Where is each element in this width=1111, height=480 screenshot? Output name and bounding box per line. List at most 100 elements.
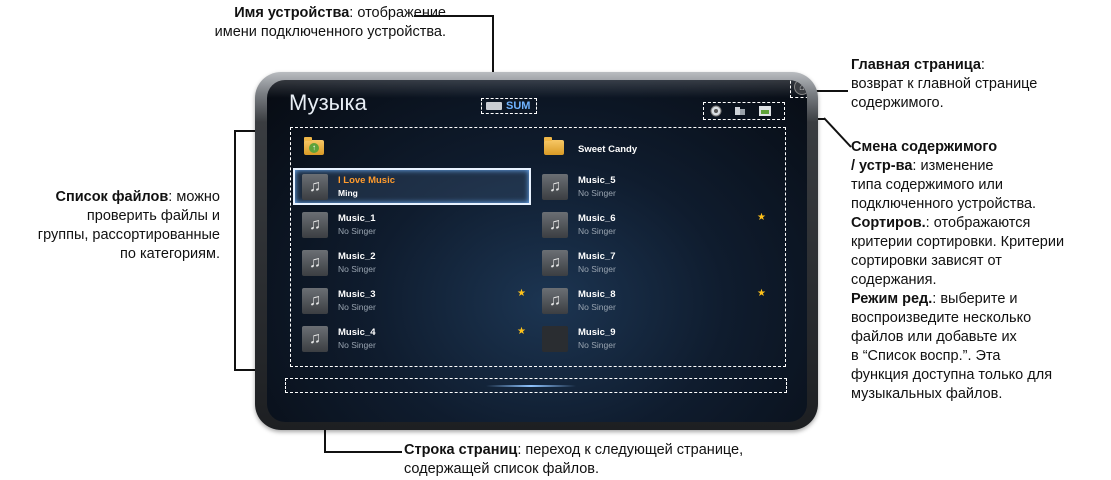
- callout-edit-text2: файлов или добавьте их: [851, 329, 1017, 345]
- callout-file-list-text1: проверить файлы и: [86, 208, 220, 224]
- callout-device-name-title: Имя устройства: [234, 5, 350, 21]
- callout-home-text2: содержимого.: [851, 95, 944, 111]
- music-note-icon: ♫: [542, 174, 568, 200]
- callout-content-change-device: / устр-ва: [851, 158, 913, 174]
- home-button[interactable]: ⌂: [794, 80, 807, 95]
- favorite-star-icon: ★: [517, 288, 526, 299]
- item-title: I Love Music: [338, 175, 396, 186]
- tv-screen: Музыка SUM ⌂ ↑ ♫ I Love Music Ming ♫ Mus…: [267, 80, 807, 422]
- item-title: Music_5: [578, 175, 616, 186]
- leader-line-device: [414, 15, 493, 17]
- callout-page-bar-text1: содержащей список файлов.: [404, 461, 600, 477]
- callout-sort-text1: критерии сортировки. Критерии: [851, 234, 1065, 250]
- callout-file-list-title: Список файлов: [55, 189, 169, 205]
- item-title: Music_8: [578, 289, 616, 300]
- device-name-label: SUM: [506, 100, 531, 112]
- folder-icon: ↑: [304, 137, 324, 155]
- usb-device-icon: [486, 102, 502, 110]
- favorite-star-icon: ★: [757, 288, 766, 299]
- callout-device-name: Имя устройства: отображение имени подклю…: [146, 4, 446, 42]
- file-list: ↑ ♫ I Love Music Ming ♫ Music_1 No Singe…: [290, 127, 786, 367]
- page-bar[interactable]: [285, 378, 787, 393]
- item-artist: No Singer: [338, 264, 376, 274]
- bracket-file-list-v: [234, 130, 236, 370]
- music-note-icon: ♫: [542, 288, 568, 314]
- item-artist: No Singer: [338, 340, 376, 350]
- empty-thumbnail: [542, 326, 568, 352]
- top-icon-group: [703, 102, 785, 120]
- list-item[interactable]: Music_9 No Singer: [535, 322, 769, 355]
- list-item-selected[interactable]: ♫ I Love Music Ming: [293, 168, 531, 205]
- item-artist: No Singer: [578, 302, 616, 312]
- item-artist: No Singer: [578, 340, 616, 350]
- item-title: Sweet Candy: [578, 144, 638, 155]
- callout-content-change: Смена содержимого / устр-ва: изменение т…: [851, 138, 1106, 404]
- item-artist: No Singer: [578, 226, 616, 236]
- callout-content-change-text1: типа содержимого или: [851, 177, 1003, 193]
- home-icon: ⌂: [799, 82, 805, 92]
- music-note-icon: ♫: [302, 212, 328, 238]
- item-artist: No Singer: [338, 226, 376, 236]
- list-item[interactable]: ♫ Music_7 No Singer: [535, 246, 769, 279]
- list-item[interactable]: ♫ Music_8 No Singer ★: [535, 284, 769, 317]
- folder-icon: [544, 137, 564, 155]
- list-item-folder[interactable]: Sweet Candy: [535, 133, 769, 166]
- callout-edit-text5: музыкальных файлов.: [851, 386, 1003, 402]
- callout-file-list-text3: по категориям.: [120, 246, 220, 262]
- callout-device-name-text: : отображение: [349, 5, 446, 21]
- callout-content-change-text2: подключенного устройства.: [851, 196, 1037, 212]
- item-title: Music_3: [338, 289, 376, 300]
- leader-line-pagebar-h: [324, 451, 402, 453]
- device-name-indicator[interactable]: SUM: [481, 98, 537, 114]
- leader-line-content-diag: [823, 117, 852, 148]
- favorite-star-icon: ★: [757, 212, 766, 223]
- list-item[interactable]: ♫ Music_2 No Singer: [295, 246, 529, 279]
- list-item[interactable]: ♫ Music_3 No Singer ★: [295, 284, 529, 317]
- item-title: Music_7: [578, 251, 616, 262]
- edit-mode-icon[interactable]: [758, 105, 772, 117]
- sort-icon[interactable]: [710, 105, 722, 117]
- music-note-icon: ♫: [302, 326, 328, 352]
- callout-home-title: Главная страница: [851, 57, 981, 73]
- callout-sort-text2: сортировки зависят от: [851, 253, 1002, 269]
- list-item-folder-up[interactable]: ↑: [295, 133, 529, 166]
- item-artist: No Singer: [578, 264, 616, 274]
- music-note-icon: ♫: [302, 174, 328, 200]
- music-note-icon: ♫: [542, 250, 568, 276]
- music-note-icon: ♫: [542, 212, 568, 238]
- callout-file-list: Список файлов: можно проверить файлы и г…: [10, 188, 220, 264]
- callout-sort-title: Сортиров.: [851, 215, 926, 231]
- callout-edit-text3: в “Список воспр.”. Эта: [851, 348, 1001, 364]
- callout-file-list-text0: : можно: [168, 189, 220, 205]
- callout-edit-title: Режим ред.: [851, 291, 933, 307]
- home-button-highlight: ⌂: [790, 80, 807, 98]
- item-artist: No Singer: [578, 188, 616, 198]
- item-artist: Ming: [338, 188, 358, 198]
- list-item[interactable]: ♫ Music_6 No Singer ★: [535, 208, 769, 241]
- item-artist: No Singer: [338, 302, 376, 312]
- item-title: Music_1: [338, 213, 376, 224]
- item-title: Music_2: [338, 251, 376, 262]
- callout-file-list-text2: группы, рассортированные: [37, 227, 220, 243]
- page-indicator: [486, 385, 576, 387]
- list-item[interactable]: ♫ Music_4 No Singer ★: [295, 322, 529, 355]
- list-item[interactable]: ♫ Music_5 No Singer: [535, 170, 769, 203]
- callout-edit-text0: : выберите и: [932, 291, 1018, 307]
- callout-edit-text4: функция доступна только для: [851, 367, 1053, 383]
- callout-edit-text1: воспроизведите несколько: [851, 310, 1032, 326]
- item-title: Music_6: [578, 213, 616, 224]
- list-item[interactable]: ♫ Music_1 No Singer: [295, 208, 529, 241]
- favorite-star-icon: ★: [517, 326, 526, 337]
- callout-sort-text3: содержания.: [851, 272, 937, 288]
- content-change-icon[interactable]: [734, 105, 746, 117]
- item-title: Music_9: [578, 327, 616, 338]
- callout-home-text1: возврат к главной странице: [851, 76, 1038, 92]
- up-arrow-icon: ↑: [309, 143, 319, 153]
- callout-device-name-text2: имени подключенного устройства.: [214, 24, 446, 40]
- callout-content-change-text0: : изменение: [912, 158, 994, 174]
- callout-page-bar-text0: : переход к следующей странице,: [517, 442, 744, 458]
- callout-home-page: Главная страница: возврат к главной стра…: [851, 56, 1101, 113]
- page-title: Музыка: [289, 90, 367, 115]
- callout-sort-text0: : отображаются: [925, 215, 1031, 231]
- music-note-icon: ♫: [302, 288, 328, 314]
